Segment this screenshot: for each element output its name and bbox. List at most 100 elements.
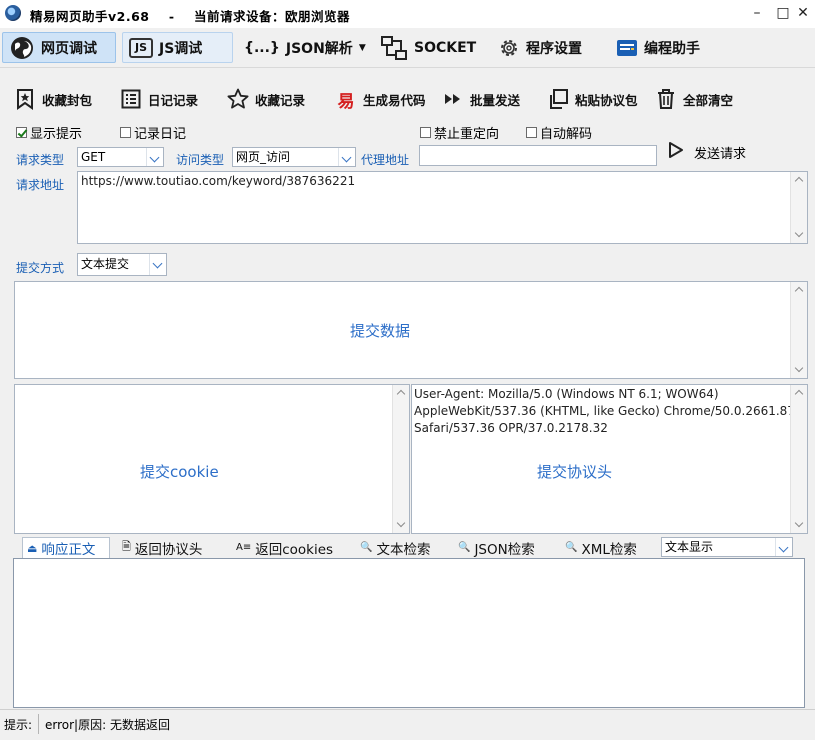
access-type-select[interactable]: 网页_访问 [232, 147, 356, 167]
tab-response-cookies-label: 返回cookies [255, 541, 334, 558]
access-type-label: 访问类型 [176, 153, 225, 167]
js-icon: JS [129, 37, 153, 58]
log-diary-checkbox[interactable]: 记录日记 [120, 123, 186, 142]
trash-icon [655, 88, 677, 110]
cookie-scrollbar[interactable] [392, 385, 409, 533]
tab-programming-helper[interactable]: 编程助手 [610, 32, 716, 63]
search-icon: 🔍 [565, 542, 578, 553]
scroll-down-icon[interactable] [393, 517, 409, 533]
headers-placeholder: 提交协议头 [537, 463, 613, 481]
show-tips-check[interactable] [16, 127, 27, 138]
document-icon: 🗎 [122, 540, 131, 553]
tab-response-body-label: 响应正文 [41, 542, 96, 558]
tab-json-parse[interactable]: {...} JSON解析 ▼ [238, 32, 372, 63]
scroll-down-icon[interactable] [791, 517, 807, 533]
clear-all-button[interactable]: 全部清空 [655, 88, 733, 110]
tab-json-search-label: JSON检索 [474, 541, 535, 558]
tab-settings-label: 程序设置 [526, 40, 582, 57]
chevron-down-icon[interactable] [338, 148, 355, 166]
response-body[interactable] [13, 558, 805, 708]
send-request-label: 发送请求 [694, 146, 747, 162]
tab-socket-label: SOCKET [414, 39, 477, 56]
save-packet-label: 收藏封包 [42, 92, 93, 108]
favorites-label: 收藏记录 [255, 92, 306, 108]
headers-text: User-Agent: Mozilla/5.0 (Windows NT 6.1;… [412, 385, 807, 438]
submit-data-input[interactable]: 提交数据 [14, 281, 808, 379]
network-icon [380, 35, 408, 61]
scroll-down-icon[interactable] [791, 227, 807, 243]
cookie-placeholder: 提交cookie [140, 463, 219, 481]
log-diary-label: 记录日记 [134, 127, 187, 142]
close-button[interactable]: ✕ [790, 2, 815, 24]
scroll-down-icon[interactable] [791, 362, 807, 378]
text-style-icon: A≡ [236, 542, 252, 553]
status-divider [38, 714, 39, 734]
show-tips-label: 显示提示 [30, 127, 83, 142]
display-mode-select[interactable]: 文本显示 [661, 537, 793, 557]
url-value: https://www.toutiao.com/keyword/38763622… [81, 174, 356, 188]
tab-json-parse-label: JSON解析 [285, 40, 353, 57]
tab-json-search[interactable]: 🔍 JSON检索 [454, 537, 539, 558]
tab-response-body[interactable]: ⏏ 响应正文 [22, 537, 110, 558]
diary-log-label: 日记记录 [148, 92, 199, 108]
proxy-label: 代理地址 [361, 153, 410, 167]
save-packet-button[interactable]: 收藏封包 [14, 88, 92, 110]
send-request-button[interactable]: 发送请求 [668, 141, 746, 163]
method-select[interactable]: GET [77, 147, 164, 167]
chevron-down-icon[interactable] [146, 148, 163, 166]
access-type-value: 网页_访问 [236, 150, 291, 164]
url-input[interactable]: https://www.toutiao.com/keyword/38763622… [77, 171, 808, 244]
generate-yi-code-button[interactable]: 易 生成易代码 [335, 88, 426, 112]
no-redirect-check[interactable] [420, 127, 431, 138]
tab-response-cookies[interactable]: A≡ 返回cookies [232, 537, 337, 558]
title-bar: 精易网页助手v2.68 - 当前请求设备：欧朋浏览器 – □ ✕ [0, 0, 815, 28]
scroll-up-icon[interactable] [791, 385, 807, 401]
tab-xml-search[interactable]: 🔍 XML检索 [561, 537, 641, 558]
minimize-button[interactable]: – [744, 2, 770, 24]
paste-packet-label: 粘贴协议包 [575, 92, 638, 108]
copy-icon [547, 88, 569, 110]
submit-mode-select[interactable]: 文本提交 [77, 253, 167, 276]
auto-decode-label: 自动解码 [540, 127, 593, 142]
tab-response-headers-label: 返回协议头 [134, 541, 203, 558]
log-diary-check[interactable] [120, 127, 131, 138]
tab-response-headers[interactable]: 🗎 返回协议头 [118, 537, 206, 558]
auto-decode-checkbox[interactable]: 自动解码 [526, 123, 592, 142]
search-icon: 🔍 [360, 542, 373, 553]
tab-settings[interactable]: 程序设置 [492, 32, 602, 63]
tab-text-search[interactable]: 🔍 文本检索 [356, 537, 434, 558]
paste-packet-button[interactable]: 粘贴协议包 [547, 88, 638, 110]
cookie-input[interactable]: 提交cookie [14, 384, 410, 534]
favorites-button[interactable]: 收藏记录 [227, 88, 305, 110]
braces-icon: {...} [244, 39, 280, 56]
proxy-input[interactable] [419, 145, 657, 166]
status-bar: 提示: error|原因: 无数据返回 [0, 709, 815, 740]
show-tips-checkbox[interactable]: 显示提示 [16, 123, 82, 142]
no-redirect-checkbox[interactable]: 禁止重定向 [420, 123, 499, 142]
chevron-down-icon[interactable] [775, 538, 792, 556]
tab-socket[interactable]: SOCKET [374, 32, 480, 63]
submit-mode-label: 提交方式 [16, 261, 65, 275]
tab-web-debug[interactable]: 网页调试 [2, 32, 116, 63]
method-value: GET [81, 150, 106, 164]
headers-scrollbar[interactable] [790, 385, 807, 533]
header-line: AppleWebKit/537.36 (KHTML, like Gecko) C… [414, 404, 795, 418]
headers-input[interactable]: User-Agent: Mozilla/5.0 (Windows NT 6.1;… [411, 384, 808, 534]
tab-js-debug[interactable]: JS JS调试 [122, 32, 233, 63]
scroll-up-icon[interactable] [393, 385, 409, 401]
scroll-up-icon[interactable] [791, 282, 807, 298]
scroll-up-icon[interactable] [791, 172, 807, 188]
chevron-down-icon[interactable] [149, 254, 166, 275]
submit-data-scrollbar[interactable] [790, 282, 807, 378]
diary-log-button[interactable]: 日记记录 [120, 88, 198, 110]
url-scrollbar[interactable] [790, 172, 807, 243]
clear-all-label: 全部清空 [683, 92, 734, 108]
fast-forward-icon [442, 88, 464, 110]
tab-web-debug-label: 网页调试 [41, 40, 97, 57]
submit-data-placeholder: 提交数据 [350, 322, 411, 340]
chevron-down-icon[interactable]: ▼ [359, 43, 366, 53]
submit-mode-value: 文本提交 [81, 257, 130, 271]
search-icon: 🔍 [458, 542, 471, 553]
auto-decode-check[interactable] [526, 127, 537, 138]
batch-send-button[interactable]: 批量发送 [442, 88, 520, 110]
